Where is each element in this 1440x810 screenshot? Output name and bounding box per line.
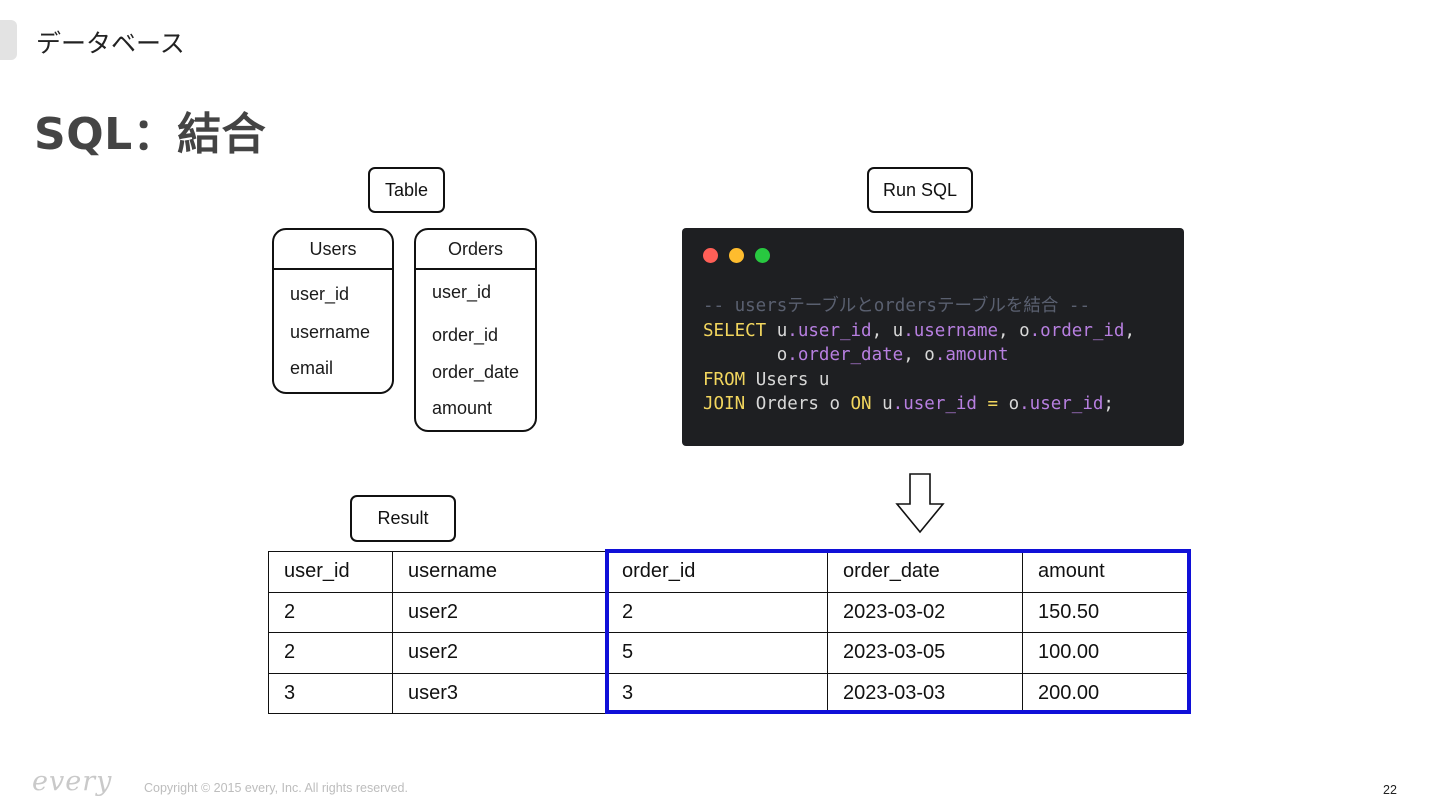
code-keyword: ON (850, 394, 872, 414)
code-token: u (766, 320, 788, 341)
result-label-text: Result (377, 508, 429, 528)
code-keyword: FROM (703, 369, 746, 390)
users-field: username (290, 322, 371, 342)
table-cell: 200.00 (1022, 672, 1188, 714)
table-cell: 150.50 (1022, 591, 1188, 633)
table-cell: 2 (268, 632, 393, 674)
table-row: 3 user3 3 2023-03-03 200.00 (268, 672, 1188, 714)
table-cell: 2 (606, 591, 828, 633)
run-sql-label: Run SQL (867, 167, 973, 213)
code-token: , o (903, 345, 935, 365)
table-cell: 100.00 (1022, 632, 1188, 674)
code-token: u (871, 394, 893, 414)
copyright-text: Copyright © 2015 every, Inc. All rights … (144, 781, 408, 795)
code-operator: = (976, 394, 1009, 414)
orders-field: amount (432, 398, 493, 418)
code-column: .username (903, 320, 999, 341)
section-label: データベース (36, 29, 185, 58)
column-header: order_date (827, 551, 1023, 593)
users-entity: Users user_id username email (272, 228, 394, 394)
code-column: .user_id (1019, 394, 1104, 414)
code-token: Users u (745, 369, 830, 390)
table-cell: user2 (392, 632, 607, 674)
users-field: email (290, 358, 334, 378)
column-header: amount (1022, 551, 1188, 593)
code-line: FROM Users u (703, 368, 1135, 393)
code-token: , u (871, 320, 904, 341)
code-column: .user_id (787, 320, 872, 341)
sql-code: -- usersテーブルとordersテーブルを結合 -- SELECT u.us… (703, 294, 1135, 417)
table-cell: user3 (392, 672, 607, 714)
page-number: 22 (1383, 783, 1397, 797)
table-cell: 3 (606, 672, 828, 714)
column-header: username (392, 551, 607, 593)
code-window: -- usersテーブルとordersテーブルを結合 -- SELECT u.us… (682, 228, 1184, 446)
code-token: o (703, 345, 788, 365)
table-row: 2 user2 5 2023-03-05 100.00 (268, 632, 1188, 674)
table-row: 2 user2 2 2023-03-02 150.50 (268, 591, 1188, 633)
table-label-text: Table (384, 179, 429, 200)
code-line: o.order_date, o.amount (703, 343, 1135, 368)
orders-entity-name: Orders (416, 230, 535, 270)
code-token: , (1124, 320, 1136, 341)
result-label: Result (350, 495, 456, 542)
table-cell: 2023-03-05 (827, 632, 1023, 674)
orders-entity: Orders user_id order_id order_date amoun… (414, 228, 537, 432)
code-token: , o (998, 320, 1030, 341)
slide-title: SQL：結合 (34, 109, 267, 160)
window-close-dot (703, 248, 718, 263)
table-label: Table (368, 167, 445, 213)
orders-field: order_id (432, 325, 499, 345)
orders-field: order_date (432, 362, 520, 382)
code-keyword: JOIN (703, 394, 746, 414)
code-keyword: SELECT (703, 320, 767, 341)
every-logo: every (32, 766, 113, 797)
down-arrow-icon (895, 473, 945, 534)
orders-field: user_id (432, 282, 492, 302)
column-header: order_id (606, 551, 828, 593)
code-column: .order_id (1029, 320, 1125, 341)
users-field: user_id (290, 284, 350, 304)
table-cell: user2 (392, 591, 607, 633)
code-comment: -- usersテーブルとordersテーブルを結合 -- (703, 296, 1091, 316)
code-token: Orders o (745, 394, 851, 414)
column-header: user_id (268, 551, 393, 593)
table-cell: 3 (268, 672, 393, 714)
result-table: user_id username order_id order_date amo… (268, 551, 1188, 714)
users-entity-name: Users (274, 230, 392, 270)
code-token: ; (1103, 394, 1114, 414)
code-line: -- usersテーブルとordersテーブルを結合 -- (703, 294, 1135, 319)
window-maximize-dot (755, 248, 770, 263)
code-column: .amount (934, 345, 1009, 365)
code-line: JOIN Orders o ON u.user_id = o.user_id; (703, 392, 1135, 417)
code-token: o (1008, 394, 1020, 414)
window-minimize-dot (729, 248, 744, 263)
table-cell: 2 (268, 591, 393, 633)
code-column: .user_id (892, 394, 977, 414)
table-header-row: user_id username order_id order_date amo… (268, 551, 1188, 593)
table-cell: 5 (606, 632, 828, 674)
code-column: .order_date (787, 345, 904, 365)
table-cell: 2023-03-02 (827, 591, 1023, 633)
table-cell: 2023-03-03 (827, 672, 1023, 714)
section-tab (0, 20, 17, 60)
code-line: SELECT u.user_id, u.username, o.order_id… (703, 319, 1135, 344)
run-sql-label-text: Run SQL (882, 179, 958, 200)
